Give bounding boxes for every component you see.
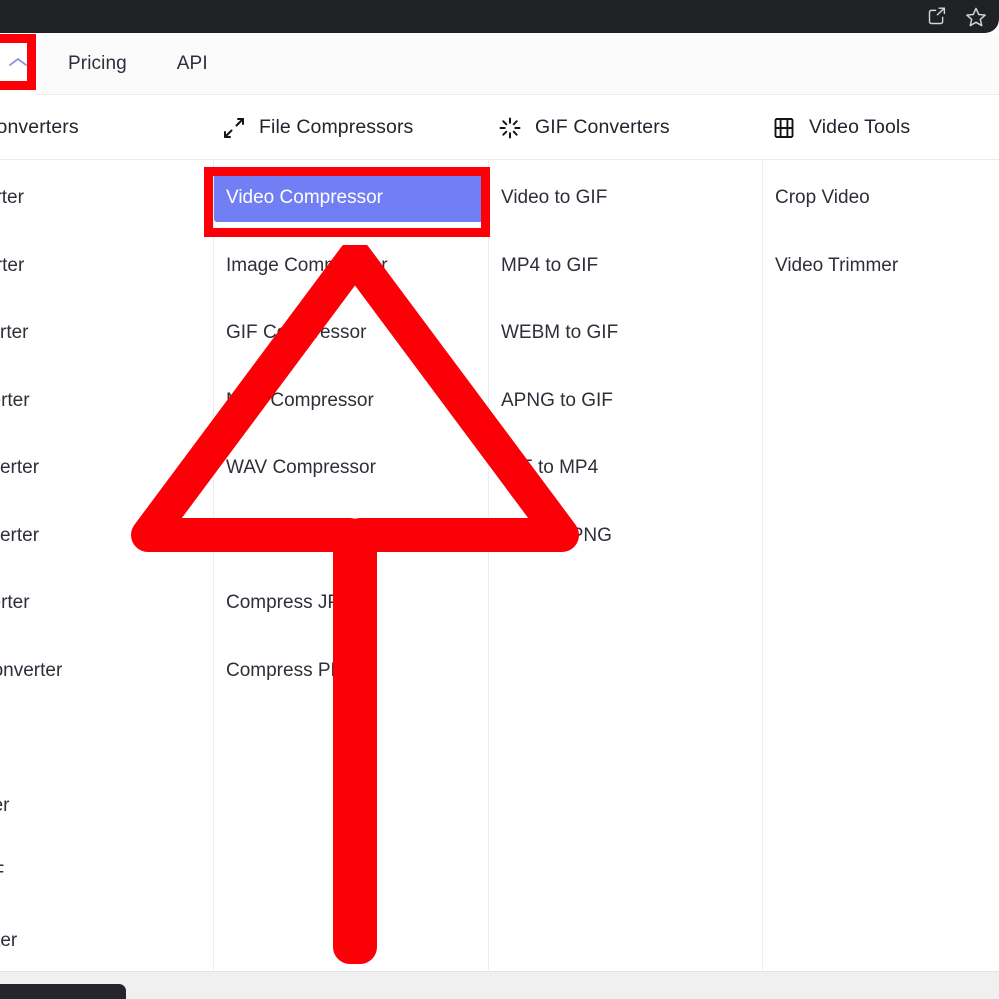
- menu-item-audio-converter[interactable]: Audio Converter: [0, 242, 213, 290]
- browser-chrome-bar: [0, 0, 999, 33]
- menu-item-gif-to-apng[interactable]: GIF to APNG: [489, 512, 762, 560]
- nav-links: Pricing API: [68, 33, 208, 95]
- menu-item-image-to-pdf[interactable]: Image to PDF: [0, 849, 213, 897]
- menu-item-crop-video[interactable]: Crop Video: [763, 174, 999, 222]
- mega-menu-category-headers: File Converters File Compressors: [0, 95, 999, 160]
- menu-item-compress-png[interactable]: Compress PNG: [214, 647, 488, 695]
- menu-item-mp4-to-gif[interactable]: MP4 to GIF: [489, 242, 762, 290]
- menu-item-compress-jpeg[interactable]: Compress JPEG: [214, 579, 488, 627]
- film-strip-icon: [772, 116, 796, 140]
- column-file-converters: Video Converter Audio Converter Image Co…: [0, 160, 213, 970]
- category-header-label: GIF Converters: [535, 116, 670, 138]
- category-header-label: File Converters: [0, 116, 79, 138]
- menu-item-document-converter[interactable]: Document Converter: [0, 647, 213, 695]
- column-file-compressors: Video Compressor Image Compressor GIF Co…: [213, 160, 488, 970]
- bookmark-star-icon[interactable]: [965, 6, 987, 28]
- menu-item-video-to-mp3[interactable]: Video to MP3: [0, 714, 213, 762]
- menu-item-video-compressor[interactable]: Video Compressor: [214, 174, 488, 222]
- gif-burst-icon: [498, 116, 522, 140]
- menu-item-video-trimmer[interactable]: Video Trimmer: [763, 242, 999, 290]
- category-header-label: File Compressors: [259, 116, 414, 138]
- menu-item-video-converter[interactable]: Video Converter: [0, 174, 213, 222]
- site-top-nav: Pricing API: [0, 33, 999, 95]
- browser-toolbar-icons: [926, 0, 987, 33]
- mega-menu-panel: File Converters File Compressors: [0, 95, 999, 971]
- screenshot-root: Pricing API File Converters: [0, 0, 999, 999]
- menu-item-mp3-compressor[interactable]: MP3 Compressor: [214, 377, 488, 425]
- menu-item-image-compressor[interactable]: Image Compressor: [214, 242, 488, 290]
- menu-item-webm-to-gif[interactable]: WEBM to GIF: [489, 309, 762, 357]
- menu-item-compress-pdf[interactable]: Compress PDF: [214, 512, 488, 560]
- menu-item-gif-compressor[interactable]: GIF Compressor: [214, 309, 488, 357]
- menu-item-image-converter[interactable]: Image Converter: [0, 309, 213, 357]
- category-header-label: Video Tools: [809, 116, 911, 138]
- menu-item-apng-to-gif[interactable]: APNG to GIF: [489, 377, 762, 425]
- menu-item-vector-converter[interactable]: Vector Converter: [0, 579, 213, 627]
- menu-item-archive-converter-b[interactable]: Archive Converter: [0, 512, 213, 560]
- menu-item-ebook-converter[interactable]: Ebook Converter: [0, 377, 213, 425]
- column-video-tools: Crop Video Video Trimmer: [762, 160, 999, 970]
- menu-toggle-chevron[interactable]: [0, 33, 36, 95]
- menu-item-wav-compressor[interactable]: WAV Compressor: [214, 444, 488, 492]
- menu-item-video-to-gif[interactable]: Video to GIF: [489, 174, 762, 222]
- category-header-video-tools[interactable]: Video Tools: [772, 95, 910, 160]
- category-header-gif-converters[interactable]: GIF Converters: [498, 95, 670, 160]
- menu-item-gif-to-mp4[interactable]: GIF to MP4: [489, 444, 762, 492]
- nav-link-api[interactable]: API: [177, 53, 208, 75]
- status-bar-pill: [0, 984, 126, 999]
- menu-item-time-converter[interactable]: Time Converter: [0, 917, 213, 965]
- menu-item-unit-converter[interactable]: Unit Converter: [0, 782, 213, 830]
- share-icon[interactable]: [926, 6, 947, 27]
- menu-item-archive-converter-a[interactable]: Archive Converter: [0, 444, 213, 492]
- chevron-up-icon[interactable]: [8, 55, 28, 73]
- category-header-file-compressors[interactable]: File Compressors: [222, 95, 413, 160]
- column-gif-converters: Video to GIF MP4 to GIF WEBM to GIF APNG…: [488, 160, 762, 970]
- nav-link-pricing[interactable]: Pricing: [68, 53, 127, 75]
- page-bottom-strip: [0, 971, 999, 999]
- compress-arrows-icon: [222, 116, 246, 140]
- category-header-file-converters[interactable]: File Converters: [0, 95, 79, 160]
- mega-menu-columns: Video Converter Audio Converter Image Co…: [0, 160, 999, 970]
